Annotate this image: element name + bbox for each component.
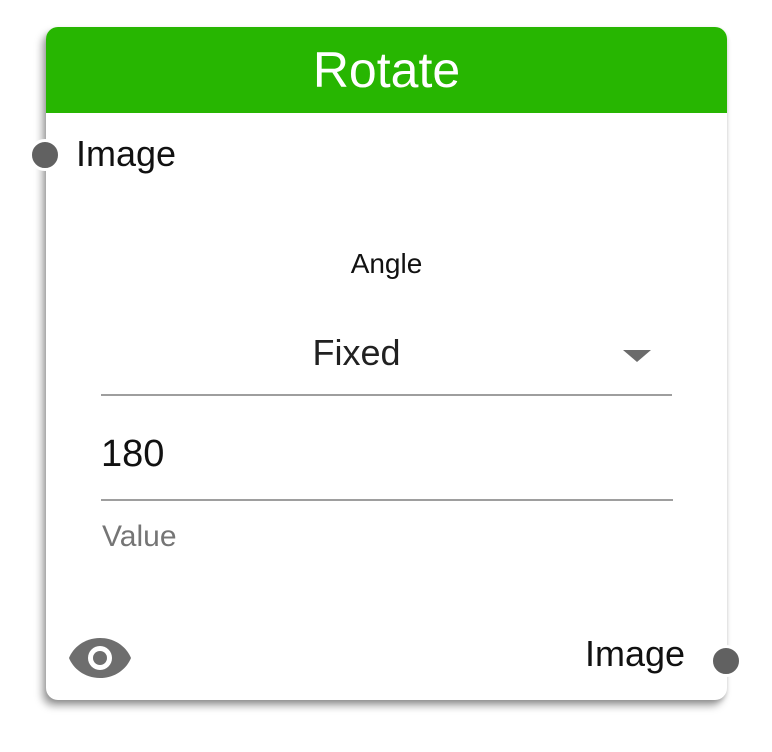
angle-value-label: Value (102, 520, 177, 553)
input-port-label: Image (76, 133, 177, 174)
angle-mode-select[interactable]: Fixed (101, 322, 672, 396)
output-socket[interactable] (710, 645, 742, 677)
angle-title: Angle (350, 248, 423, 279)
node-title[interactable]: Rotate (46, 27, 727, 113)
input-socket[interactable] (29, 139, 61, 171)
output-port-label: Image (585, 633, 686, 674)
triangle-down-icon[interactable] (623, 350, 651, 362)
eye-icon[interactable] (68, 636, 132, 680)
angle-mode-value: Fixed (312, 332, 401, 373)
angle-value-field[interactable]: 180 (101, 425, 673, 501)
angle-value-input[interactable]: 180 (101, 433, 164, 476)
